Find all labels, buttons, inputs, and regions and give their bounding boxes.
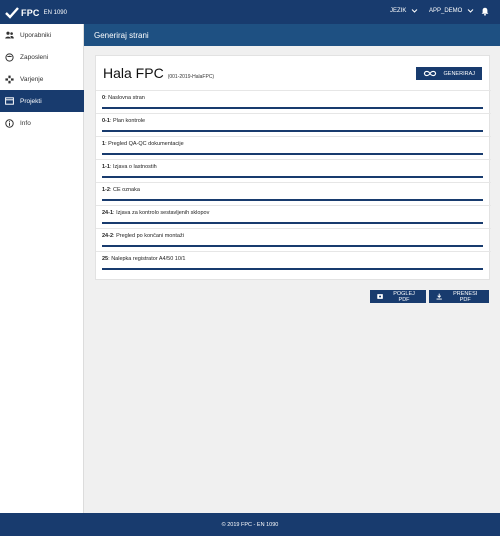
sidebar-item-uporabniki[interactable]: Uporabniki <box>0 24 84 46</box>
row-number: 0-1 <box>102 118 110 124</box>
document-row[interactable]: 0-1: Plan kontrole <box>96 113 491 135</box>
generate-button[interactable]: GENERIRAJ <box>416 67 482 80</box>
row-text: Izjava o lastnostih <box>113 164 157 170</box>
download-pdf-button[interactable]: PRENESI PDF <box>429 290 489 303</box>
chevron-down-icon <box>411 9 418 13</box>
view-pdf-button[interactable]: POGLEJ PDF <box>370 290 426 303</box>
sidebar: Uporabniki Zaposleni Varjenje Projekti I… <box>0 24 84 513</box>
user-label: APP_DEMO <box>429 8 463 14</box>
sidebar-item-projekti[interactable]: Projekti <box>0 90 84 112</box>
sidebar-item-label: Uporabniki <box>20 31 52 39</box>
page-title: Generiraj strani <box>94 30 149 40</box>
document-row[interactable]: 0: Naslovna stran <box>96 90 491 112</box>
row-number: 1-2 <box>102 187 110 193</box>
progress-bar <box>102 130 483 132</box>
download-icon <box>436 293 442 300</box>
row-number: 1 <box>102 141 106 147</box>
footer-text: © 2019 FPC - EN 1090 <box>221 521 279 528</box>
projects-icon <box>5 97 14 106</box>
page-header: Generiraj strani <box>84 24 500 46</box>
info-icon <box>5 118 14 128</box>
sidebar-item-label: Varjenje <box>20 75 44 83</box>
download-pdf-label: PRENESI PDF <box>453 290 478 303</box>
row-text: CE oznaka <box>113 187 140 193</box>
view-pdf-label: POGLEJ PDF <box>393 290 415 303</box>
infinity-icon <box>423 70 437 77</box>
progress-bar <box>102 222 483 224</box>
sidebar-item-zaposleni[interactable]: Zaposleni <box>0 46 84 68</box>
row-text: Pregled po končani montaži <box>116 233 184 239</box>
project-card: Hala FPC (001-2019-HalaFPC) GENERIRAJ 0:… <box>95 55 491 280</box>
row-number: 0 <box>102 95 106 101</box>
welding-icon <box>5 75 14 84</box>
progress-bar <box>102 107 483 109</box>
row-number: 25 <box>102 256 109 262</box>
document-row[interactable]: 24-1: Izjava za kontrolo sestavljenih sk… <box>96 205 491 227</box>
progress-bar <box>102 176 483 178</box>
footer: © 2019 FPC - EN 1090 <box>0 513 500 536</box>
row-text: Nalepka registrator A4/50 10/1 <box>111 256 186 262</box>
sidebar-item-varjenje[interactable]: Varjenje <box>0 68 84 90</box>
document-row[interactable]: 1-1: Izjava o lastnostih <box>96 159 491 181</box>
document-row[interactable]: 1-2: CE oznaka <box>96 182 491 204</box>
project-title: Hala FPC <box>103 65 164 81</box>
card-title: Hala FPC (001-2019-HalaFPC) <box>103 65 214 81</box>
row-text: Izjava za kontrolo sestavljenih sklopov <box>116 210 210 216</box>
bell-icon[interactable] <box>481 7 489 16</box>
row-text: Naslovna stran <box>108 95 145 101</box>
generate-label: GENERIRAJ <box>443 70 475 77</box>
row-number: 1-1 <box>102 164 110 170</box>
document-row[interactable]: 25: Nalepka registrator A4/50 10/1 <box>96 251 491 273</box>
fpc-logo-icon <box>5 7 19 19</box>
row-number: 24-1 <box>102 210 114 216</box>
document-row[interactable]: 1: Pregled QA-QC dokumentacije <box>96 136 491 158</box>
language-label: JEZIK <box>390 8 407 14</box>
project-code: (001-2019-HalaFPC) <box>167 74 215 80</box>
logo[interactable]: FPC EN 1090 <box>5 6 67 20</box>
sidebar-item-label: Projekti <box>20 97 42 105</box>
users-icon <box>5 31 14 40</box>
sidebar-item-label: Zaposleni <box>20 53 49 61</box>
sidebar-item-label: Info <box>20 119 31 127</box>
chevron-down-icon <box>467 9 474 13</box>
progress-bar <box>102 199 483 201</box>
progress-bar <box>102 153 483 155</box>
view-icon <box>377 294 383 299</box>
row-text: Plan kontrole <box>113 118 146 124</box>
user-menu[interactable]: APP_DEMO <box>429 8 474 14</box>
sidebar-item-info[interactable]: Info <box>0 112 84 134</box>
employee-icon <box>5 52 14 62</box>
row-text: Pregled QA-QC dokumentacije <box>108 141 184 147</box>
language-menu[interactable]: JEZIK <box>390 8 418 14</box>
logo-sub-text: EN 1090 <box>43 10 67 16</box>
progress-bar <box>102 245 483 247</box>
top-bar: FPC EN 1090 JEZIK APP_DEMO <box>0 0 500 24</box>
row-number: 24-2 <box>102 233 114 239</box>
logo-main-text: FPC <box>21 8 40 18</box>
document-row[interactable]: 24-2: Pregled po končani montaži <box>96 228 491 250</box>
progress-bar <box>102 268 483 270</box>
